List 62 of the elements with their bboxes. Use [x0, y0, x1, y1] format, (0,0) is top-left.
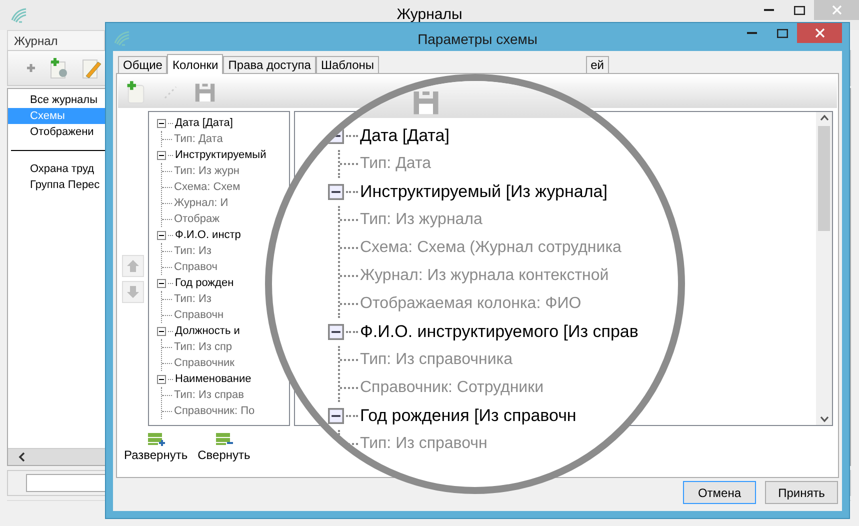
vertical-scrollbar[interactable]	[816, 112, 832, 425]
tree-node[interactable]: Тип: Из	[174, 245, 212, 257]
tree-node[interactable]: Тип: Дата	[174, 133, 223, 145]
tree-node[interactable]: Наименование	[175, 373, 252, 385]
collapse-icon[interactable]	[328, 184, 344, 200]
close-button[interactable]	[797, 23, 842, 43]
menu-tab[interactable]: Журнал	[7, 30, 105, 50]
add-document-gear-icon[interactable]	[48, 57, 70, 79]
collapse-icon[interactable]	[157, 278, 166, 288]
tree-node[interactable]: Год рождения [Из справочн	[360, 406, 576, 426]
app-logo-icon	[113, 29, 131, 47]
rows-minus-icon	[214, 432, 234, 446]
tree-node[interactable]: Ф.И.О. инструктируемого [Из справ	[360, 322, 638, 342]
tree-node[interactable]: Тип: Из справ	[174, 389, 244, 401]
tree-node[interactable]: Справочник: По	[174, 405, 255, 417]
tab[interactable]: Права доступа	[223, 56, 316, 73]
tree-node[interactable]: Тип: Из	[174, 293, 212, 305]
tree-node[interactable]: Ф.И.О. инстр	[175, 229, 241, 241]
collapse-icon[interactable]	[157, 118, 166, 128]
tree-node[interactable]: Год рожден	[175, 277, 234, 289]
tree-node[interactable]: Инструктируемый [Из журнала]	[360, 182, 608, 202]
window-title: Журналы	[396, 6, 462, 23]
collapse-icon[interactable]	[328, 324, 344, 340]
tab[interactable]: Общие	[118, 56, 168, 73]
tree-node[interactable]: Дата [Дата]	[175, 117, 233, 129]
tree-node[interactable]: Схема: Схем	[174, 181, 240, 193]
rows-plus-icon	[146, 432, 166, 446]
tree-node[interactable]: Справочн	[174, 309, 224, 321]
expand-all-button[interactable]: Развернуть	[124, 432, 188, 462]
maximize-icon	[794, 6, 804, 14]
close-icon	[832, 5, 842, 15]
collapse-icon[interactable]	[157, 230, 166, 240]
tree-node[interactable]: Инструктируемый	[175, 149, 266, 161]
tab[interactable]: ей	[586, 56, 609, 73]
collapse-icon[interactable]	[157, 374, 166, 384]
tree-node[interactable]: Должность и	[175, 325, 240, 337]
minimize-icon	[747, 32, 757, 34]
tab[interactable]: Колонки	[167, 54, 224, 74]
edit-document-pencil-icon[interactable]	[82, 57, 102, 79]
arrow-up-icon	[126, 258, 140, 272]
tree-node[interactable]: Дата [Дата]	[360, 126, 450, 146]
maximize-icon	[776, 28, 788, 38]
dialog-title: Параметры схемы	[418, 31, 538, 47]
tree-node[interactable]: Справоч	[174, 261, 218, 273]
collapse-icon[interactable]	[157, 326, 166, 336]
close-icon	[814, 28, 824, 38]
app-logo-icon	[10, 6, 28, 24]
scroll-left-icon[interactable]	[18, 452, 25, 462]
collapse-icon[interactable]	[328, 408, 344, 424]
collapse-all-button[interactable]: Свернуть	[198, 432, 250, 462]
dialog-button[interactable]: Принять	[765, 481, 838, 504]
tree-node[interactable]: Отображ	[174, 213, 220, 225]
arrow-down-icon	[126, 284, 140, 298]
tree-node[interactable]: Журнал: И	[174, 197, 228, 209]
tree-node[interactable]: Справочник	[174, 357, 234, 369]
dialog-button[interactable]: Отмена	[683, 481, 756, 504]
add-icon[interactable]	[26, 63, 36, 73]
tab[interactable]: Шаблоны	[316, 56, 380, 73]
collapse-icon[interactable]	[157, 150, 166, 160]
tree-node[interactable]: Тип: Из журн	[174, 165, 240, 177]
tree-node[interactable]: Тип: Из спр	[174, 341, 232, 353]
minimize-icon	[764, 9, 774, 11]
